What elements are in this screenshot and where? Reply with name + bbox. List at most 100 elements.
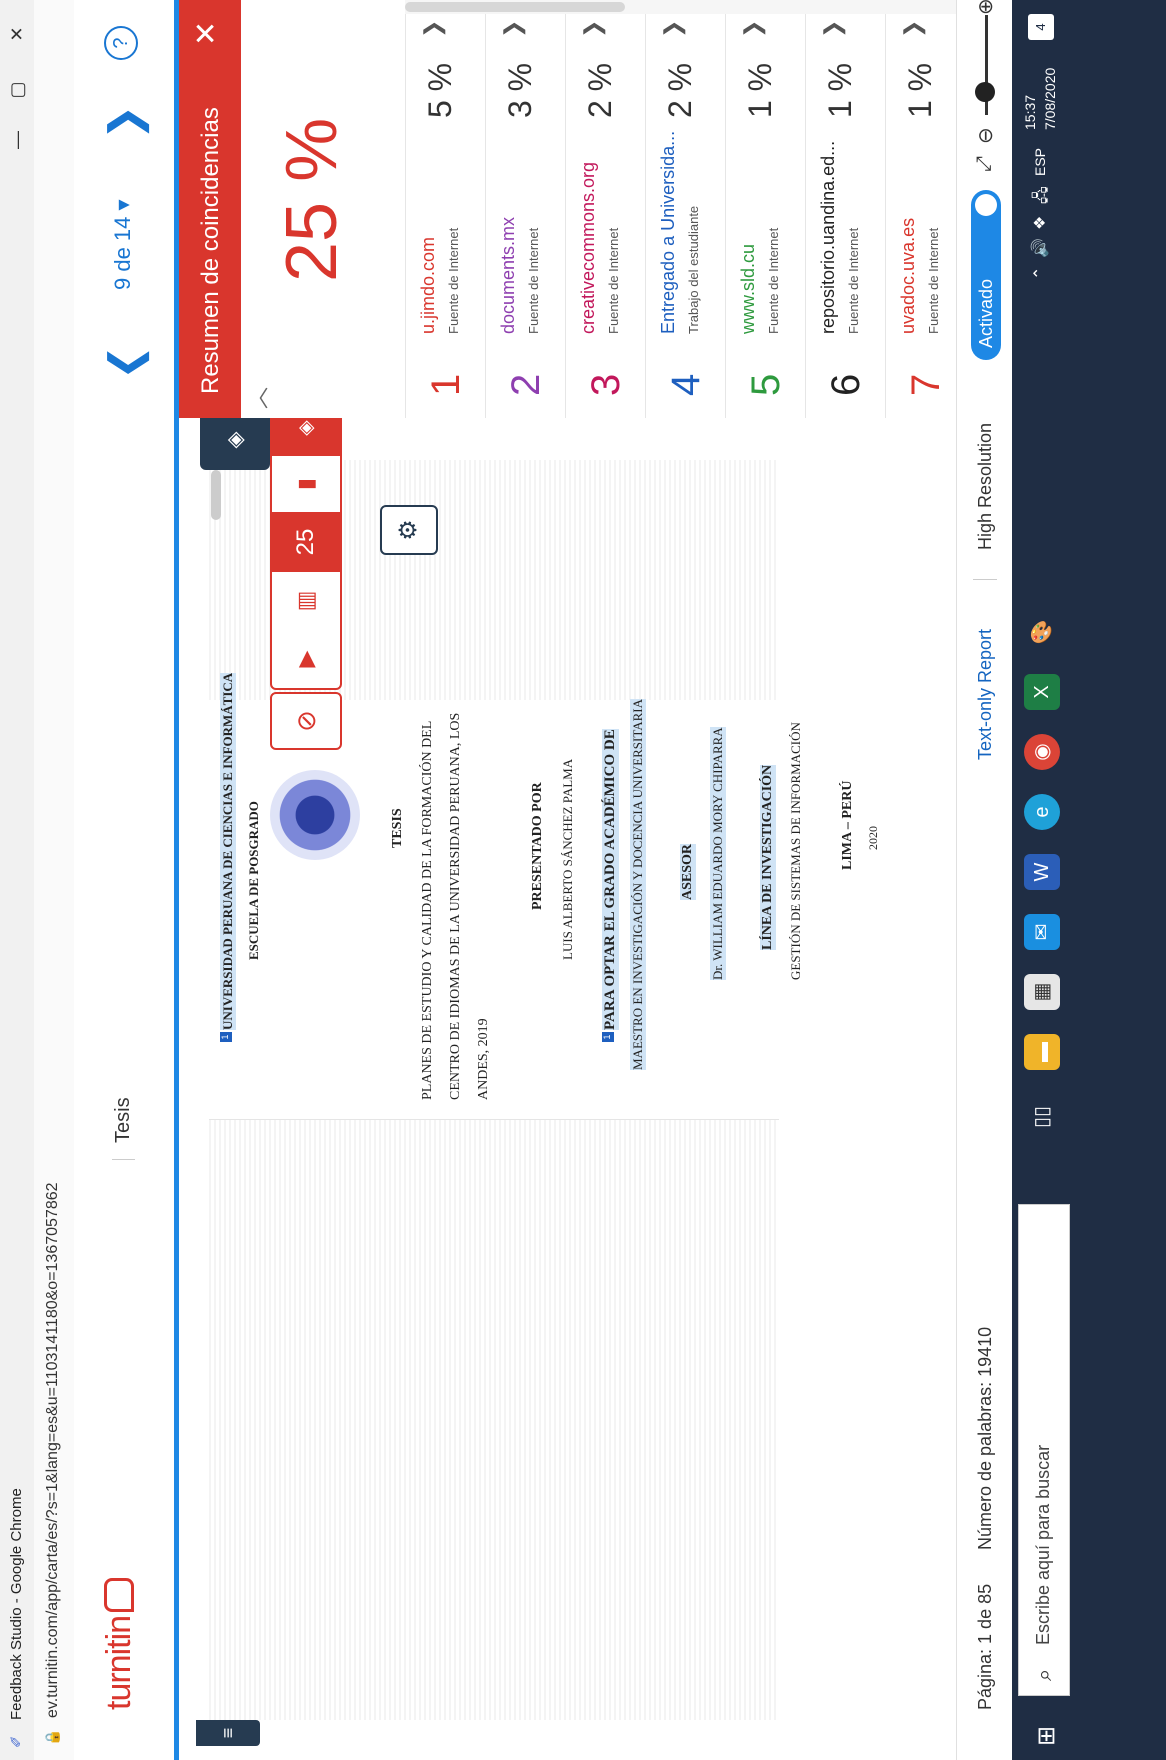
- match-marker-2[interactable]: 1: [602, 1032, 614, 1042]
- clock-date[interactable]: 7/08/2020: [1042, 68, 1058, 130]
- help-button[interactable]: ?: [104, 26, 138, 60]
- panel-close-icon[interactable]: ✕: [189, 21, 224, 46]
- match-percent: 2 %: [662, 62, 698, 118]
- dropbox-icon[interactable]: ❖: [1030, 216, 1050, 230]
- match-source: creativecommons.org: [578, 161, 598, 334]
- toggle-label: Activado: [976, 278, 996, 348]
- paint-icon[interactable]: 🎨: [1024, 614, 1060, 650]
- language-indicator[interactable]: ESP: [1032, 148, 1048, 176]
- match-source: www.sld.cu: [738, 243, 758, 334]
- tray-chevron-icon[interactable]: ⌃: [1030, 267, 1050, 280]
- match-percent: 3 %: [502, 62, 538, 118]
- url-text[interactable]: ev.turnitin.com/app/carta/es/?s=1&lang=e…: [44, 1182, 62, 1718]
- match-source: uvadoc.uva.es: [898, 217, 918, 334]
- panel-scrollbar[interactable]: [405, 0, 956, 14]
- network-icon[interactable]: 🖧: [1030, 186, 1057, 204]
- excel-icon[interactable]: X: [1024, 674, 1060, 710]
- toggle-knob: [975, 194, 997, 216]
- chevron-right-icon[interactable]: ❯: [580, 20, 606, 38]
- match-row[interactable]: 7 uvadoc.uva.es Fuente de Internet 1 % ❯: [885, 0, 966, 418]
- word-icon[interactable]: W: [1024, 854, 1060, 890]
- scroll-up-arrow-icon[interactable]: ︿: [241, 378, 277, 418]
- page-content: UNIVERSIDAD PERUANA DE CIENCIAS E INFORM…: [210, 580, 880, 1160]
- system-tray: ⌃ 🔊 ❖ 🖧 ESP 15:37 7/08/2020 4: [1020, 0, 1064, 280]
- doc-line-label: LÍNEA DE INVESTIGACIÓN: [760, 764, 776, 950]
- search-placeholder: Escribe aquí para buscar: [1033, 1444, 1053, 1645]
- match-row[interactable]: 3 creativecommons.org Fuente de Internet…: [565, 0, 646, 418]
- store-icon[interactable]: ▦: [1024, 974, 1060, 1010]
- notifications-icon[interactable]: 4: [1028, 14, 1054, 40]
- doc-city: LIMA – PERÚ: [840, 780, 855, 870]
- match-row[interactable]: 4 Entregado a Universida... Trabajo del …: [645, 0, 726, 418]
- turnitin-logo[interactable]: turnitin: [100, 1577, 139, 1710]
- chevron-right-icon[interactable]: ❯: [740, 20, 766, 38]
- match-row[interactable]: 6 repositorio.uandina.ed... Fuente de In…: [805, 0, 886, 418]
- doc-scrollbar[interactable]: [211, 470, 221, 520]
- sidebar-toggle-button[interactable]: ≡: [196, 1720, 260, 1746]
- chevron-right-icon[interactable]: ❯: [500, 20, 526, 38]
- chevron-right-icon[interactable]: ❯: [900, 20, 926, 38]
- chevron-right-icon[interactable]: ❯: [820, 20, 846, 38]
- match-percent: 1 %: [742, 62, 778, 118]
- zoom-slider-knob[interactable]: [975, 82, 995, 102]
- match-type: Fuente de Internet: [446, 227, 461, 334]
- match-number: 1: [424, 373, 468, 396]
- taskbar-search-input[interactable]: ⌕ Escribe aquí para buscar: [1018, 1204, 1070, 1696]
- university-seal-icon: [270, 770, 360, 860]
- windows-start-icon[interactable]: ⊞: [1032, 1726, 1061, 1746]
- flag-icon[interactable]: ▶: [272, 630, 340, 688]
- match-overview-panel: Resumen de coincidencias ✕ ︿ 25 % 1 u.ji…: [179, 0, 966, 418]
- mail-icon[interactable]: ✉: [1024, 914, 1060, 950]
- match-type: Fuente de Internet: [606, 227, 621, 334]
- chevron-right-icon[interactable]: ❯: [660, 20, 686, 38]
- settings-gear-icon[interactable]: ⚙: [380, 505, 438, 555]
- doc-school: ESCUELA DE POSGRADO: [246, 801, 261, 960]
- minimize-button[interactable]: —: [4, 120, 30, 160]
- similarity-score-badge[interactable]: 25: [272, 512, 340, 572]
- task-view-icon[interactable]: ▯▯: [1024, 1099, 1060, 1135]
- file-explorer-icon[interactable]: ▬: [1024, 1034, 1060, 1070]
- previous-paper-button[interactable]: ❮: [100, 345, 149, 380]
- chevron-right-icon[interactable]: ❯: [420, 20, 446, 38]
- paper-pager[interactable]: 9 de 14 ▾: [110, 199, 136, 290]
- doc-title-line-1: PLANES DE ESTUDIO Y CALIDAD DE LA FORMAC…: [420, 720, 435, 1100]
- close-button[interactable]: ✕: [4, 14, 30, 54]
- fit-screen-icon[interactable]: ⤢: [973, 156, 996, 172]
- bar-chart-icon[interactable]: ▥: [272, 572, 340, 630]
- doc-degree: MAESTRO EN INVESTIGACIÓN Y DOCENCIA UNIV…: [630, 698, 646, 1070]
- page-1: [209, 698, 779, 1120]
- address-bar[interactable]: 🔒 ev.turnitin.com/app/carta/es/?s=1&lang…: [34, 0, 75, 1760]
- clock-time[interactable]: 15:37: [1022, 95, 1038, 130]
- status-bar: Página: 1 de 85 Número de palabras: 1941…: [956, 0, 1013, 1760]
- zoom-out-icon[interactable]: ⊖: [973, 127, 998, 144]
- match-marker-1[interactable]: 1: [220, 1032, 232, 1042]
- zoom-in-icon[interactable]: ⊕: [973, 0, 998, 15]
- high-resolution-toggle[interactable]: Activado: [971, 190, 1001, 360]
- doc-university: UNIVERSIDAD PERUANA DE CIENCIAS E INFORM…: [220, 672, 236, 1030]
- exclude-icon[interactable]: ⊘: [270, 692, 342, 750]
- chrome-icon[interactable]: ◉: [1024, 734, 1060, 770]
- search-icon: ⌕: [1031, 1668, 1056, 1681]
- maximize-button[interactable]: ▢: [4, 70, 30, 110]
- doc-presented-label: PRESENTADO POR: [530, 782, 545, 910]
- panel-scrollbar-thumb[interactable]: [405, 2, 625, 12]
- match-source: documents.mx: [498, 216, 518, 334]
- match-row[interactable]: 5 www.sld.cu Fuente de Internet 1 % ❯: [725, 0, 806, 418]
- text-only-report-link[interactable]: Text-only Report: [975, 629, 996, 760]
- match-number: 6: [824, 373, 868, 396]
- panel-title: Resumen de coincidencias: [197, 107, 224, 394]
- match-type: Trabajo del estudiante: [686, 205, 701, 334]
- match-source: Entregado a Universida...: [658, 130, 678, 334]
- next-paper-button[interactable]: ❯: [100, 105, 149, 140]
- bookmark-icon[interactable]: ▮: [272, 456, 340, 512]
- edge-icon[interactable]: e: [1024, 794, 1060, 830]
- match-row[interactable]: 1 u.jimdo.com Fuente de Internet 5 % ❯: [405, 0, 486, 418]
- match-row[interactable]: 2 documents.mx Fuente de Internet 3 % ❯: [485, 0, 566, 418]
- layers-button[interactable]: ◈: [200, 410, 270, 470]
- volume-icon[interactable]: 🔊: [1030, 238, 1050, 258]
- logo-icon: [104, 1577, 134, 1612]
- doc-advisor-label: ASESOR: [680, 843, 696, 900]
- doc-title-line-2: CENTRO DE IDIOMAS DE LA UNIVERSIDAD PERU…: [448, 712, 463, 1100]
- match-percent: 1 %: [902, 62, 938, 118]
- doc-degree-label: PARA OPTAR EL GRADO ACADÉMICO DE: [602, 729, 619, 1030]
